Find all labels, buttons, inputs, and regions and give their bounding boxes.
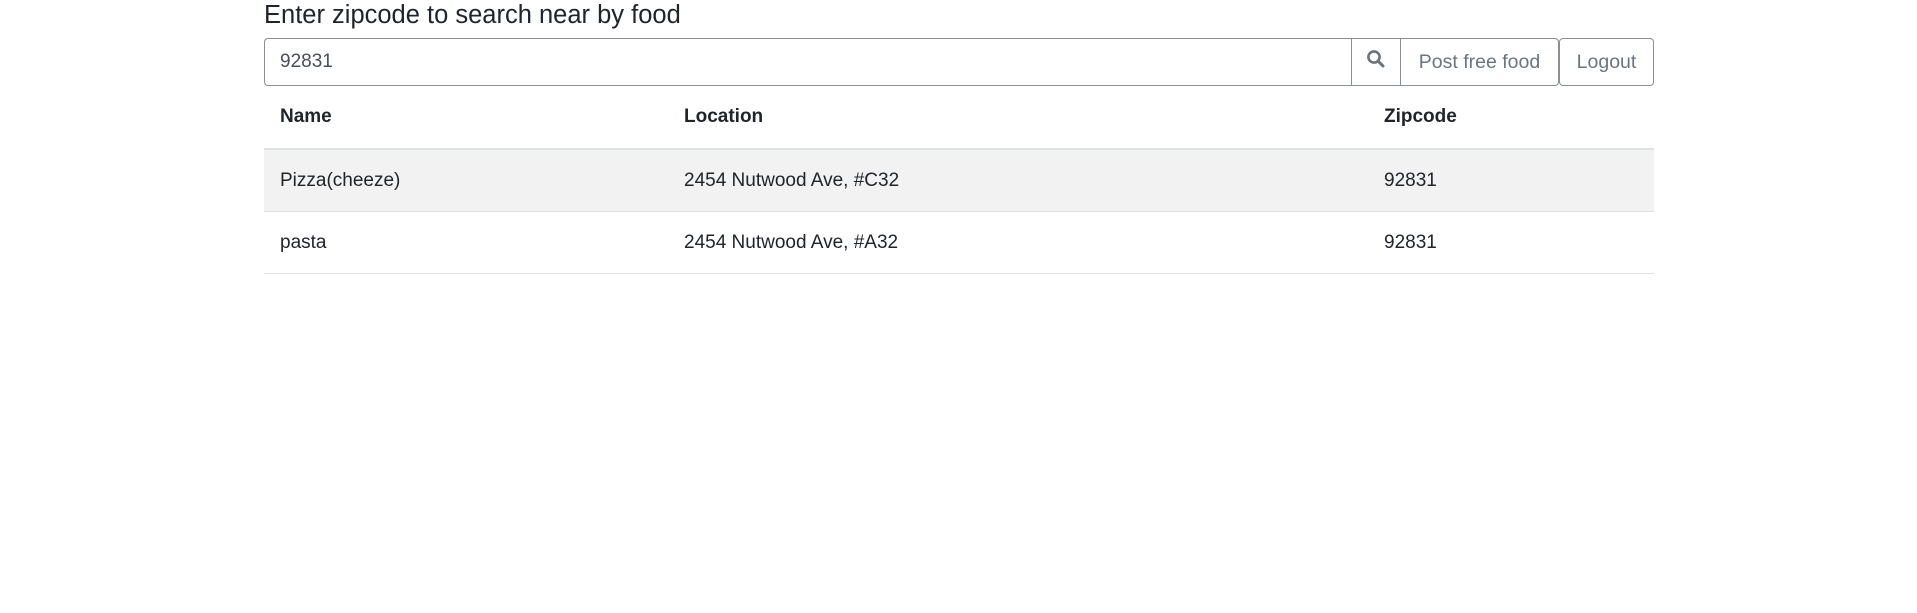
page-title: Enter zipcode to search near by food	[264, 1, 681, 29]
search-button[interactable]	[1351, 38, 1401, 86]
cell-location: 2454 Nutwood Ave, #C32	[668, 149, 1368, 212]
main-container: Enter zipcode to search near by food Pos…	[264, 0, 1654, 274]
zipcode-search-input[interactable]	[264, 38, 1351, 86]
cell-location: 2454 Nutwood Ave, #A32	[668, 211, 1368, 274]
table-row: pasta 2454 Nutwood Ave, #A32 92831	[264, 211, 1654, 274]
cell-name: pasta	[264, 211, 668, 274]
search-bar: Post free food Logout	[264, 38, 1654, 86]
food-results-table: Name Location Zipcode Pizza(cheeze) 2454…	[264, 86, 1654, 274]
logout-button[interactable]: Logout	[1559, 38, 1654, 86]
column-header-location: Location	[668, 86, 1368, 150]
table-row: Pizza(cheeze) 2454 Nutwood Ave, #C32 928…	[264, 149, 1654, 212]
search-icon	[1366, 49, 1386, 75]
post-free-food-button[interactable]: Post free food	[1401, 38, 1559, 86]
column-header-zipcode: Zipcode	[1368, 86, 1654, 150]
cell-name: Pizza(cheeze)	[264, 149, 668, 212]
table-header-row: Name Location Zipcode	[264, 86, 1654, 150]
cell-zipcode: 92831	[1368, 149, 1654, 212]
cell-zipcode: 92831	[1368, 211, 1654, 274]
column-header-name: Name	[264, 86, 668, 150]
